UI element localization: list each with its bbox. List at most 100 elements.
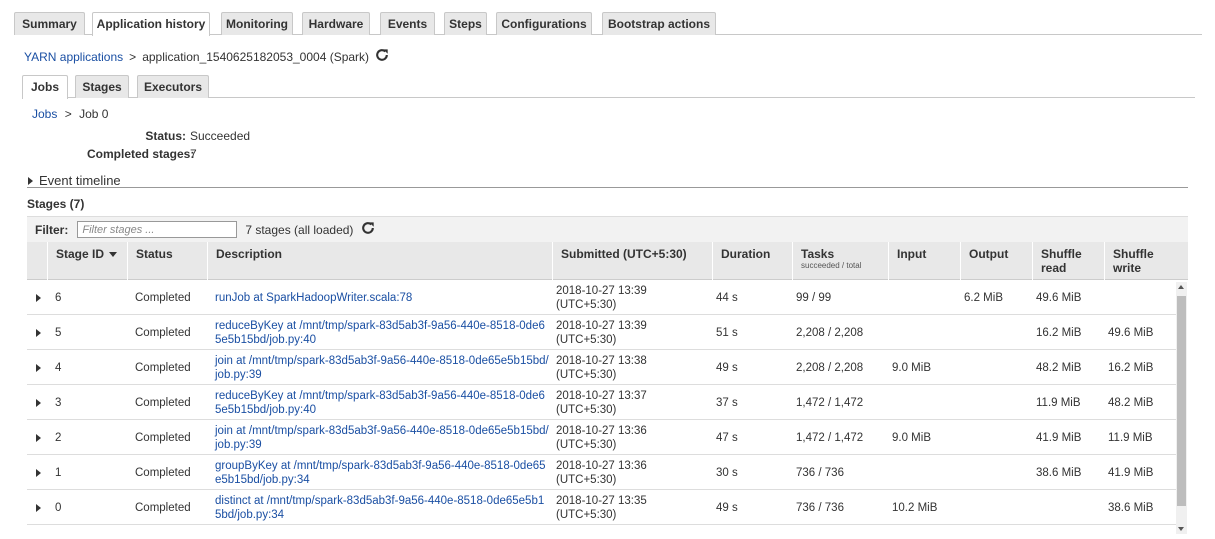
filter-status-text: 7 stages (all loaded) xyxy=(245,222,354,237)
breadcrumb-yarn-applications-link[interactable]: YARN applications xyxy=(24,50,123,64)
cell-shuffle-read: 38.6 MiB xyxy=(1036,466,1082,479)
cell-submitted: 2018-10-27 13:36 (UTC+5:30) xyxy=(556,420,712,455)
stage-description-link[interactable]: groupByKey at /mnt/tmp/spark-83d5ab3f-9a… xyxy=(215,459,550,487)
col-output[interactable]: Output xyxy=(960,242,1032,280)
cell-input xyxy=(892,315,960,350)
cell-output xyxy=(964,385,1032,420)
expand-triangle-icon xyxy=(28,176,33,185)
table-scrollbar[interactable] xyxy=(1176,282,1187,534)
tab-summary[interactable]: Summary xyxy=(14,12,85,35)
cell-status: Completed xyxy=(135,396,191,409)
tab-configurations[interactable]: Configurations xyxy=(496,12,592,35)
expand-triangle-icon xyxy=(36,433,41,442)
stage-description-link[interactable]: reduceByKey at /mnt/tmp/spark-83d5ab3f-9… xyxy=(215,389,550,417)
cell-description: reduceByKey at /mnt/tmp/spark-83d5ab3f-9… xyxy=(215,385,550,420)
stage-description-link[interactable]: reduceByKey at /mnt/tmp/spark-83d5ab3f-9… xyxy=(215,319,550,347)
cell-submitted: 2018-10-27 13:35 (UTC+5:30) xyxy=(556,490,712,525)
table-row: 6 Completed runJob at SparkHadoopWriter.sc… xyxy=(27,280,1177,315)
expand-triangle-icon xyxy=(36,363,41,372)
table-header: Stage ID Status Description Submitted (U… xyxy=(27,242,1188,280)
col-shuffle-write[interactable]: Shuffle write xyxy=(1104,242,1177,280)
divider xyxy=(27,187,1188,188)
tab-executors[interactable]: Executors xyxy=(137,75,209,98)
cell-input: 10.2 MiB xyxy=(892,501,938,514)
submitted-timezone: (UTC+5:30) xyxy=(556,508,617,521)
cell-submitted: 2018-10-27 13:39 (UTC+5:30) xyxy=(556,280,712,315)
tab-jobs[interactable]: Jobs xyxy=(22,75,68,99)
row-expander[interactable] xyxy=(36,385,48,420)
cell-shuffle-read: 48.2 MiB xyxy=(1036,361,1082,374)
completed-stages-row: Completed stages:7 xyxy=(87,147,197,161)
cell-shuffle-write xyxy=(1108,280,1177,315)
cell-shuffle-read: 11.9 MiB xyxy=(1036,396,1081,409)
col-duration[interactable]: Duration xyxy=(712,242,792,280)
col-tasks[interactable]: Tasks succeeded / total xyxy=(792,242,888,280)
col-input[interactable]: Input xyxy=(888,242,960,280)
stage-description-link[interactable]: join at /mnt/tmp/spark-83d5ab3f-9a56-440… xyxy=(215,424,550,452)
stage-description-link[interactable]: distinct at /mnt/tmp/spark-83d5ab3f-9a56… xyxy=(215,494,550,522)
jobs-link[interactable]: Jobs xyxy=(32,107,57,121)
col-submitted[interactable]: Submitted (UTC+5:30) xyxy=(552,242,712,280)
expand-triangle-icon xyxy=(36,468,41,477)
cell-description: runJob at SparkHadoopWriter.scala:78 xyxy=(215,280,550,315)
submitted-date: 2018-10-27 13:36 xyxy=(556,424,647,437)
cell-id: 3 xyxy=(55,396,62,409)
scroll-thumb[interactable] xyxy=(1177,296,1186,506)
cell-shuffle-write: 38.6 MiB xyxy=(1108,501,1154,514)
tab-steps[interactable]: Steps xyxy=(444,12,487,35)
cell-tasks: 2,208 / 2,208 xyxy=(796,326,864,339)
table-body: 6 Completed runJob at SparkHadoopWriter.sc… xyxy=(27,280,1177,525)
scroll-down-arrow-icon[interactable] xyxy=(1178,527,1184,531)
tab-events[interactable]: Events xyxy=(380,12,435,35)
cell-description: groupByKey at /mnt/tmp/spark-83d5ab3f-9a… xyxy=(215,455,550,490)
cell-duration: 44 s xyxy=(716,291,738,304)
row-expander[interactable] xyxy=(36,350,48,385)
cell-duration: 49 s xyxy=(716,501,738,514)
row-expander[interactable] xyxy=(36,455,48,490)
tab-application-history[interactable]: Application history xyxy=(92,12,210,36)
row-expander[interactable] xyxy=(36,280,48,315)
scroll-up-arrow-icon[interactable] xyxy=(1178,285,1184,289)
row-expander[interactable] xyxy=(36,420,48,455)
cell-shuffle-write: 48.2 MiB xyxy=(1108,396,1154,409)
tab-hardware[interactable]: Hardware xyxy=(302,12,370,35)
filter-stages-input[interactable] xyxy=(77,221,238,238)
cell-status: Completed xyxy=(135,501,191,514)
col-status[interactable]: Status xyxy=(127,242,207,280)
cell-submitted: 2018-10-27 13:39 (UTC+5:30) xyxy=(556,315,712,350)
reload-stages-icon[interactable] xyxy=(361,221,375,238)
table-row: 1 Completed groupByKey at /mnt/tmp/spark-8… xyxy=(27,455,1177,490)
cell-submitted: 2018-10-27 13:37 (UTC+5:30) xyxy=(556,385,712,420)
cell-description: reduceByKey at /mnt/tmp/spark-83d5ab3f-9… xyxy=(215,315,550,350)
cell-shuffle-read xyxy=(1036,490,1104,525)
submitted-timezone: (UTC+5:30) xyxy=(556,438,617,451)
col-description[interactable]: Description xyxy=(207,242,552,280)
cell-status: Completed xyxy=(135,326,191,339)
cell-status: Completed xyxy=(135,361,191,374)
submitted-date: 2018-10-27 13:37 xyxy=(556,389,647,402)
breadcrumb-application-id: application_1540625182053_0004 (Spark) xyxy=(142,49,370,64)
table-row: 4 Completed join at /mnt/tmp/spark-83d5ab3… xyxy=(27,350,1177,385)
cell-status: Completed xyxy=(135,291,191,304)
stage-description-link[interactable]: runJob at SparkHadoopWriter.scala:78 xyxy=(215,291,412,305)
table-row: 2 Completed join at /mnt/tmp/spark-83d5ab3… xyxy=(27,420,1177,455)
cell-description: join at /mnt/tmp/spark-83d5ab3f-9a56-440… xyxy=(215,350,550,385)
col-tasks-sublabel: succeeded / total xyxy=(801,261,862,270)
refresh-icon[interactable] xyxy=(375,48,389,65)
tab-monitoring[interactable]: Monitoring xyxy=(221,12,293,35)
col-stage-id[interactable]: Stage ID xyxy=(47,242,127,280)
expand-triangle-icon xyxy=(36,398,41,407)
event-timeline-toggle[interactable]: Event timeline xyxy=(28,173,121,188)
col-shuffle-read[interactable]: Shuffle read xyxy=(1032,242,1104,280)
cell-submitted: 2018-10-27 13:36 (UTC+5:30) xyxy=(556,455,712,490)
cell-input xyxy=(892,280,960,315)
cell-id: 0 xyxy=(55,501,62,514)
cell-shuffle-write: 49.6 MiB xyxy=(1108,326,1154,339)
stage-description-link[interactable]: join at /mnt/tmp/spark-83d5ab3f-9a56-440… xyxy=(215,354,550,382)
row-expander[interactable] xyxy=(36,315,48,350)
tab-stages[interactable]: Stages xyxy=(75,75,129,98)
stages-title: Stages (7) xyxy=(27,197,85,211)
cell-input xyxy=(892,455,960,490)
tab-bootstrap-actions[interactable]: Bootstrap actions xyxy=(602,12,716,35)
row-expander[interactable] xyxy=(36,490,48,525)
